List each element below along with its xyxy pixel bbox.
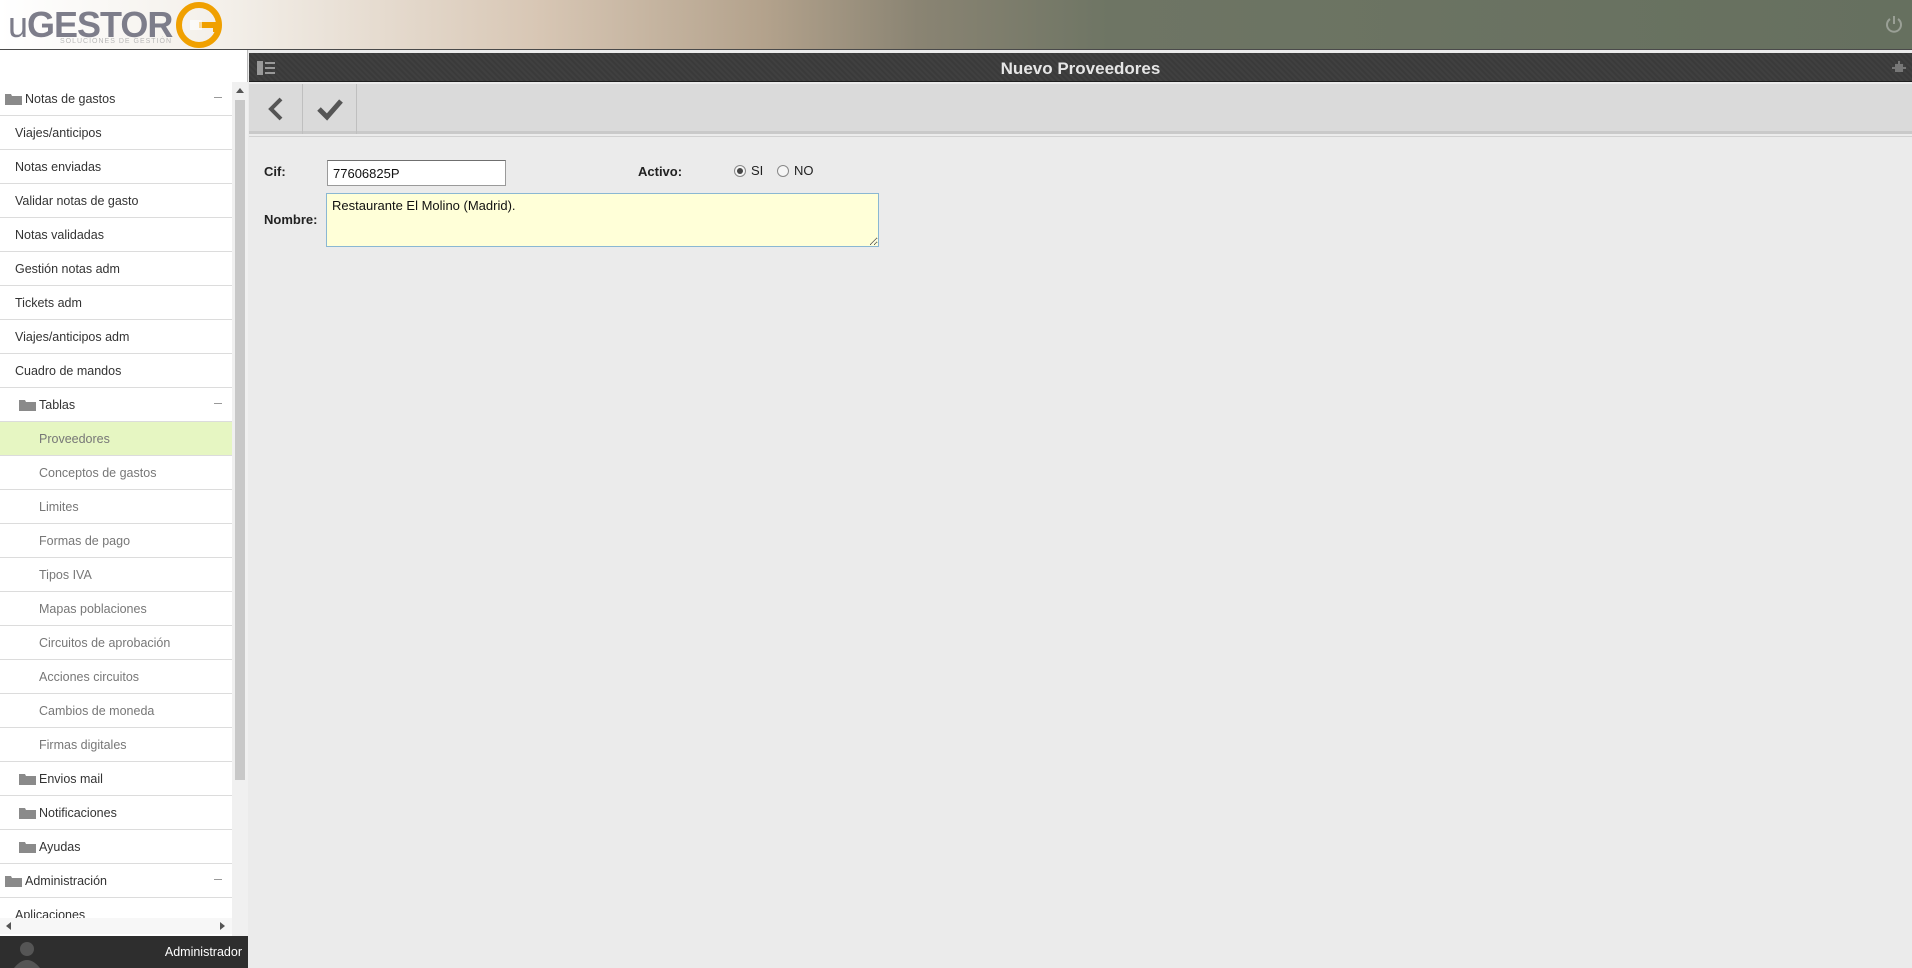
avatar-icon	[14, 942, 40, 968]
sidebar-item-proveedores[interactable]: Proveedores	[0, 422, 232, 456]
sidebar-item-label: Administración	[25, 873, 107, 888]
sidebar-item-notas-validadas[interactable]: Notas validadas	[0, 218, 232, 252]
sidebar-item-envios-mail[interactable]: Envios mail	[0, 762, 232, 796]
sidebar-item-label: Validar notas de gasto	[15, 193, 139, 208]
sidebar-item-mapas-poblaciones[interactable]: Mapas poblaciones	[0, 592, 232, 626]
scroll-right-icon[interactable]	[220, 922, 225, 930]
sidebar-item-tickets-adm[interactable]: Tickets adm	[0, 286, 232, 320]
sidebar-item-label: Envios mail	[39, 771, 103, 786]
folder-icon	[19, 807, 36, 819]
sidebar-item-administracion[interactable]: Administración	[0, 864, 232, 898]
sidebar-item-label: Ayudas	[39, 839, 81, 854]
pin-icon[interactable]	[1892, 61, 1906, 75]
scroll-left-icon[interactable]	[6, 922, 11, 930]
logo-prefix: u	[8, 4, 28, 45]
activo-label: Activo:	[638, 164, 683, 179]
activo-no-radio[interactable]	[777, 165, 789, 177]
toolbar-divider	[249, 136, 1912, 137]
sidebar-item-label: Cuadro de mandos	[15, 363, 122, 378]
nombre-label: Nombre:	[264, 212, 318, 227]
save-button[interactable]	[303, 84, 357, 134]
activo-no-label[interactable]: NO	[794, 163, 814, 178]
sidebar-item-firmas-digitales[interactable]: Firmas digitales	[0, 728, 232, 762]
user-name[interactable]: Administrador	[165, 945, 242, 959]
sidebar-item-label: Proveedores	[39, 431, 110, 446]
sidebar-item-notas-enviadas[interactable]: Notas enviadas	[0, 150, 232, 184]
power-icon[interactable]	[1884, 14, 1904, 34]
collapse-icon[interactable]	[214, 403, 222, 404]
sidebar-item-label: Acciones circuitos	[39, 669, 140, 684]
collapse-icon[interactable]	[214, 97, 222, 98]
scroll-thumb[interactable]	[235, 100, 245, 780]
logo-g-icon	[176, 2, 223, 48]
sidebar-item-label: Cambios de moneda	[39, 703, 155, 718]
sidebar-item-gestion-notas-adm[interactable]: Gestión notas adm	[0, 252, 232, 286]
checkmark-icon	[316, 99, 343, 121]
sidebar-item-viajes-anticipos-adm[interactable]: Viajes/anticipos adm	[0, 320, 232, 354]
sidebar-item-notificaciones[interactable]: Notificaciones	[0, 796, 232, 830]
folder-icon	[19, 773, 36, 785]
sidebar-item-circuitos-de-aprobacion[interactable]: Circuitos de aprobación	[0, 626, 232, 660]
sidebar-item-notas-de-gastos[interactable]: Notas de gastos	[0, 82, 232, 116]
sidebar-menu: Notas de gastos Viajes/anticipos Notas env…	[0, 82, 232, 934]
nombre-textarea[interactable]: Restaurante El Molino (Madrid).	[326, 193, 879, 247]
sidebar-item-formas-de-pago[interactable]: Formas de pago	[0, 524, 232, 558]
sidebar-item-validar-notas-de-gasto[interactable]: Validar notas de gasto	[0, 184, 232, 218]
sidebar-item-label: Tablas	[39, 397, 76, 412]
sidebar-item-label: Mapas poblaciones	[39, 601, 147, 616]
logo-tagline: SOLUCIONES DE GESTIÓN	[60, 38, 173, 45]
sidebar-item-tablas[interactable]: Tablas	[0, 388, 232, 422]
chevron-left-icon	[267, 97, 282, 121]
sidebar-item-label: Firmas digitales	[39, 737, 127, 752]
sidebar-item-ayudas[interactable]: Ayudas	[0, 830, 232, 864]
sidebar-item-label: Gestión notas adm	[15, 261, 120, 276]
sidebar-item-viajes-anticipos[interactable]: Viajes/anticipos	[0, 116, 232, 150]
folder-icon	[5, 93, 22, 105]
sidebar-item-acciones-circuitos[interactable]: Acciones circuitos	[0, 660, 232, 694]
activo-si-label[interactable]: SI	[751, 163, 763, 178]
user-panel: Administrador	[0, 936, 248, 968]
page-title: Nuevo Proveedores	[1000, 59, 1161, 78]
sidebar-item-tipos-iva[interactable]: Tipos IVA	[0, 558, 232, 592]
app-header: uGESTOR SOLUCIONES DE GESTIÓN	[0, 0, 1912, 50]
toolbar	[249, 84, 1912, 134]
sidebar-item-label: Tickets adm	[15, 295, 82, 310]
sidebar-item-label: Tipos IVA	[39, 567, 92, 582]
sidebar-item-label: Circuitos de aprobación	[39, 635, 171, 650]
sidebar-item-label: Viajes/anticipos adm	[15, 329, 130, 344]
activo-si-radio[interactable]	[734, 165, 746, 177]
sidebar-horizontal-scrollbar[interactable]	[0, 918, 232, 934]
title-bar: Nuevo Proveedores	[249, 53, 1912, 82]
cif-input[interactable]	[327, 160, 506, 186]
sidebar-item-label: Viajes/anticipos	[15, 125, 102, 140]
sidebar: Notas de gastos Viajes/anticipos Notas env…	[0, 50, 248, 968]
sidebar-item-label: Notas de gastos	[25, 91, 116, 106]
folder-icon	[5, 875, 22, 887]
sidebar-item-label: Limites	[39, 499, 79, 514]
sidebar-item-label: Formas de pago	[39, 533, 131, 548]
sidebar-vertical-scrollbar[interactable]	[232, 82, 248, 968]
folder-icon	[19, 841, 36, 853]
sidebar-item-label: Conceptos de gastos	[39, 465, 157, 480]
sidebar-item-label: Notas validadas	[15, 227, 104, 242]
sidebar-item-conceptos-de-gastos[interactable]: Conceptos de gastos	[0, 456, 232, 490]
sidebar-item-cuadro-de-mandos[interactable]: Cuadro de mandos	[0, 354, 232, 388]
sidebar-item-label: Notas enviadas	[15, 159, 102, 174]
folder-icon	[19, 399, 36, 411]
sidebar-item-label: Notificaciones	[39, 805, 117, 820]
back-button[interactable]	[249, 84, 303, 134]
collapse-icon[interactable]	[214, 879, 222, 880]
sidebar-item-limites[interactable]: Limites	[0, 490, 232, 524]
sidebar-item-cambios-de-moneda[interactable]: Cambios de moneda	[0, 694, 232, 728]
scroll-up-icon[interactable]	[236, 88, 244, 93]
main-content: Nuevo Proveedores Cif: Activo: SI NO Nom…	[249, 50, 1912, 968]
cif-label: Cif:	[264, 164, 286, 179]
